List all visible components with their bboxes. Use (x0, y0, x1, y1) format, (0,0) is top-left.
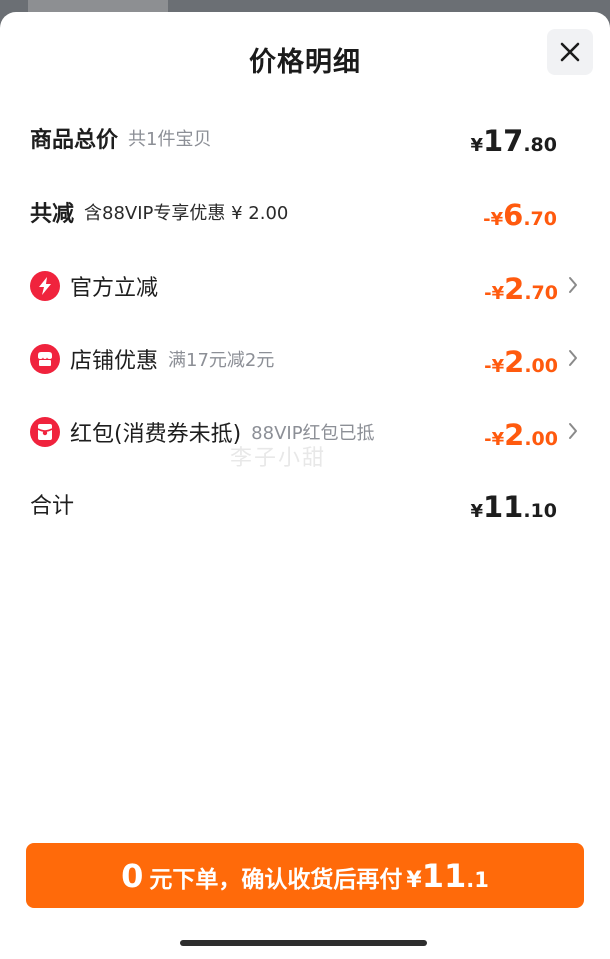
shop-discount-amount: -¥ 2.00 (484, 339, 558, 379)
vip-discount-note: 含88VIP专享优惠 ¥ 2.00 (84, 203, 289, 224)
subtotal-row: 合计 ¥11.10 (30, 484, 610, 524)
close-icon (560, 42, 580, 62)
watermark: 李子小甜 (230, 446, 327, 471)
amount-decimal: .00 (524, 355, 558, 377)
total-discount-label: 共减 (30, 202, 75, 227)
amount-decimal: .70 (524, 282, 558, 304)
currency-symbol: -¥ (483, 209, 504, 230)
currency-symbol: -¥ (484, 429, 505, 450)
close-button[interactable] (547, 29, 593, 75)
home-indicator (180, 940, 427, 946)
shop-discount-row[interactable]: 店铺优惠 满17元减2元 -¥ 2.00 (30, 339, 610, 379)
subtotal-label: 合计 (30, 494, 75, 519)
amount-decimal: .70 (523, 208, 557, 230)
goods-total-row: 商品总价 共1件宝贝 ¥17.80 (30, 118, 610, 158)
currency-symbol: ¥ (470, 501, 483, 522)
amount-integer: 11 (482, 490, 524, 524)
amount-integer: 2 (504, 418, 525, 452)
chevron-right-icon (569, 350, 577, 366)
chevron-right-icon (569, 423, 577, 439)
amount-integer: 11 (421, 857, 467, 895)
goods-count-note: 共1件宝贝 (128, 129, 212, 150)
price-detail-sheet: 价格明细 商品总价 共1件宝贝 ¥17.80 共减 含88VIP专享优惠 ¥ 2… (0, 12, 610, 959)
pay-later-order-button[interactable]: 0 元下单，确认收货后再付 ¥11.1 (26, 843, 584, 908)
goods-total-amount: ¥17.80 (470, 118, 557, 158)
zero-amount: 0 (121, 857, 144, 895)
red-packet-label: 红包(消费券未抵) (70, 422, 242, 447)
currency-symbol: ¥ (406, 868, 422, 893)
amount-decimal: .10 (523, 500, 557, 522)
amount-integer: 6 (503, 198, 524, 232)
amount-integer: 17 (482, 124, 524, 158)
official-discount-label: 官方立减 (70, 276, 159, 301)
total-discount-row: 共减 含88VIP专享优惠 ¥ 2.00 -¥ 6.70 (30, 192, 610, 232)
shop-discount-note: 满17元减2元 (168, 350, 275, 371)
currency-symbol: -¥ (484, 283, 505, 304)
sheet-title: 价格明细 (249, 47, 361, 78)
amount-decimal: .00 (524, 428, 558, 450)
red-packet-amount: -¥ 2.00 (484, 412, 558, 452)
amount-decimal: .80 (523, 134, 557, 156)
pay-button-text: 元下单，确认收货后再付 (149, 867, 403, 893)
amount-integer: 2 (504, 272, 525, 306)
subtotal-amount: ¥11.10 (470, 484, 557, 524)
shop-discount-label: 店铺优惠 (70, 349, 159, 374)
shop-icon (30, 344, 60, 374)
amount-decimal: .1 (466, 868, 489, 892)
currency-symbol: -¥ (484, 356, 505, 377)
red-packet-icon (30, 417, 60, 447)
currency-symbol: ¥ (470, 135, 483, 156)
total-discount-amount: -¥ 6.70 (483, 192, 557, 232)
lightning-icon (30, 271, 60, 301)
official-discount-amount: -¥ 2.70 (484, 266, 558, 306)
chevron-right-icon (569, 277, 577, 293)
official-discount-row[interactable]: 官方立减 -¥ 2.70 (30, 266, 610, 306)
amount-integer: 2 (504, 345, 525, 379)
goods-total-label: 商品总价 (30, 128, 119, 153)
